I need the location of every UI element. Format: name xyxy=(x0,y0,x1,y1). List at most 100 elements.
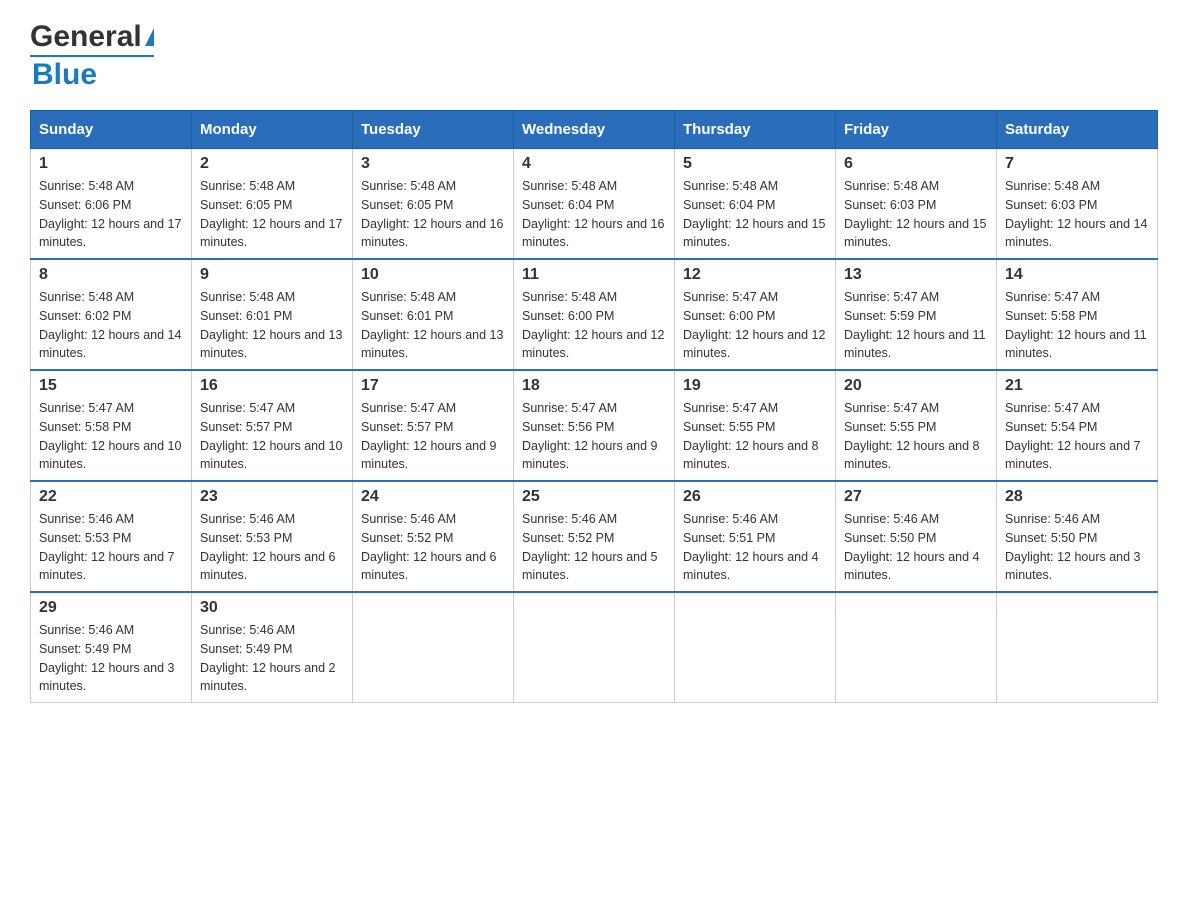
day-info: Sunrise: 5:48 AMSunset: 6:06 PMDaylight:… xyxy=(39,179,181,249)
calendar-cell: 20 Sunrise: 5:47 AMSunset: 5:55 PMDaylig… xyxy=(836,370,997,481)
day-info: Sunrise: 5:46 AMSunset: 5:53 PMDaylight:… xyxy=(200,512,336,582)
day-number: 18 xyxy=(522,377,666,395)
calendar-cell xyxy=(836,592,997,703)
day-info: Sunrise: 5:48 AMSunset: 6:05 PMDaylight:… xyxy=(200,179,342,249)
day-info: Sunrise: 5:47 AMSunset: 5:58 PMDaylight:… xyxy=(39,401,181,471)
calendar-cell: 7 Sunrise: 5:48 AMSunset: 6:03 PMDayligh… xyxy=(997,149,1158,260)
calendar-table: SundayMondayTuesdayWednesdayThursdayFrid… xyxy=(30,110,1158,703)
logo-blue-text: Blue xyxy=(32,58,97,92)
day-number: 2 xyxy=(200,155,344,173)
calendar-header-row: SundayMondayTuesdayWednesdayThursdayFrid… xyxy=(31,111,1158,149)
day-info: Sunrise: 5:47 AMSunset: 5:55 PMDaylight:… xyxy=(683,401,819,471)
day-number: 21 xyxy=(1005,377,1149,395)
calendar-cell: 17 Sunrise: 5:47 AMSunset: 5:57 PMDaylig… xyxy=(353,370,514,481)
calendar-day-header: Tuesday xyxy=(353,111,514,149)
day-number: 30 xyxy=(200,599,344,617)
calendar-cell: 30 Sunrise: 5:46 AMSunset: 5:49 PMDaylig… xyxy=(192,592,353,703)
day-number: 26 xyxy=(683,488,827,506)
day-number: 4 xyxy=(522,155,666,173)
calendar-cell xyxy=(997,592,1158,703)
day-info: Sunrise: 5:46 AMSunset: 5:52 PMDaylight:… xyxy=(522,512,658,582)
day-number: 13 xyxy=(844,266,988,284)
day-info: Sunrise: 5:47 AMSunset: 5:57 PMDaylight:… xyxy=(200,401,342,471)
day-info: Sunrise: 5:46 AMSunset: 5:49 PMDaylight:… xyxy=(200,623,336,693)
calendar-cell: 4 Sunrise: 5:48 AMSunset: 6:04 PMDayligh… xyxy=(514,149,675,260)
calendar-cell: 29 Sunrise: 5:46 AMSunset: 5:49 PMDaylig… xyxy=(31,592,192,703)
day-info: Sunrise: 5:46 AMSunset: 5:49 PMDaylight:… xyxy=(39,623,175,693)
day-number: 7 xyxy=(1005,155,1149,173)
calendar-day-header: Friday xyxy=(836,111,997,149)
calendar-cell: 6 Sunrise: 5:48 AMSunset: 6:03 PMDayligh… xyxy=(836,149,997,260)
calendar-week-row: 22 Sunrise: 5:46 AMSunset: 5:53 PMDaylig… xyxy=(31,481,1158,592)
day-number: 8 xyxy=(39,266,183,284)
calendar-cell: 26 Sunrise: 5:46 AMSunset: 5:51 PMDaylig… xyxy=(675,481,836,592)
day-number: 14 xyxy=(1005,266,1149,284)
calendar-cell: 5 Sunrise: 5:48 AMSunset: 6:04 PMDayligh… xyxy=(675,149,836,260)
calendar-cell: 18 Sunrise: 5:47 AMSunset: 5:56 PMDaylig… xyxy=(514,370,675,481)
day-info: Sunrise: 5:46 AMSunset: 5:50 PMDaylight:… xyxy=(844,512,980,582)
day-number: 5 xyxy=(683,155,827,173)
day-info: Sunrise: 5:48 AMSunset: 6:02 PMDaylight:… xyxy=(39,290,181,360)
calendar-cell xyxy=(514,592,675,703)
calendar-cell: 24 Sunrise: 5:46 AMSunset: 5:52 PMDaylig… xyxy=(353,481,514,592)
day-info: Sunrise: 5:47 AMSunset: 5:54 PMDaylight:… xyxy=(1005,401,1141,471)
day-number: 19 xyxy=(683,377,827,395)
calendar-cell: 21 Sunrise: 5:47 AMSunset: 5:54 PMDaylig… xyxy=(997,370,1158,481)
calendar-cell: 13 Sunrise: 5:47 AMSunset: 5:59 PMDaylig… xyxy=(836,259,997,370)
day-info: Sunrise: 5:46 AMSunset: 5:52 PMDaylight:… xyxy=(361,512,497,582)
day-info: Sunrise: 5:47 AMSunset: 5:56 PMDaylight:… xyxy=(522,401,658,471)
calendar-day-header: Sunday xyxy=(31,111,192,149)
day-number: 29 xyxy=(39,599,183,617)
day-number: 3 xyxy=(361,155,505,173)
day-info: Sunrise: 5:47 AMSunset: 5:55 PMDaylight:… xyxy=(844,401,980,471)
day-number: 23 xyxy=(200,488,344,506)
calendar-cell: 15 Sunrise: 5:47 AMSunset: 5:58 PMDaylig… xyxy=(31,370,192,481)
day-number: 24 xyxy=(361,488,505,506)
calendar-day-header: Saturday xyxy=(997,111,1158,149)
day-info: Sunrise: 5:47 AMSunset: 6:00 PMDaylight:… xyxy=(683,290,825,360)
day-info: Sunrise: 5:48 AMSunset: 6:03 PMDaylight:… xyxy=(1005,179,1147,249)
logo: General Blue xyxy=(30,20,154,92)
day-info: Sunrise: 5:48 AMSunset: 6:03 PMDaylight:… xyxy=(844,179,986,249)
day-number: 15 xyxy=(39,377,183,395)
day-number: 16 xyxy=(200,377,344,395)
day-number: 27 xyxy=(844,488,988,506)
day-info: Sunrise: 5:47 AMSunset: 5:59 PMDaylight:… xyxy=(844,290,986,360)
day-number: 17 xyxy=(361,377,505,395)
calendar-day-header: Thursday xyxy=(675,111,836,149)
day-info: Sunrise: 5:47 AMSunset: 5:58 PMDaylight:… xyxy=(1005,290,1147,360)
day-number: 20 xyxy=(844,377,988,395)
day-info: Sunrise: 5:47 AMSunset: 5:57 PMDaylight:… xyxy=(361,401,497,471)
day-number: 25 xyxy=(522,488,666,506)
day-info: Sunrise: 5:48 AMSunset: 6:04 PMDaylight:… xyxy=(522,179,664,249)
calendar-week-row: 29 Sunrise: 5:46 AMSunset: 5:49 PMDaylig… xyxy=(31,592,1158,703)
calendar-week-row: 8 Sunrise: 5:48 AMSunset: 6:02 PMDayligh… xyxy=(31,259,1158,370)
day-info: Sunrise: 5:48 AMSunset: 6:01 PMDaylight:… xyxy=(200,290,342,360)
calendar-week-row: 1 Sunrise: 5:48 AMSunset: 6:06 PMDayligh… xyxy=(31,149,1158,260)
day-info: Sunrise: 5:46 AMSunset: 5:53 PMDaylight:… xyxy=(39,512,175,582)
calendar-cell: 12 Sunrise: 5:47 AMSunset: 6:00 PMDaylig… xyxy=(675,259,836,370)
day-number: 6 xyxy=(844,155,988,173)
calendar-cell: 1 Sunrise: 5:48 AMSunset: 6:06 PMDayligh… xyxy=(31,149,192,260)
day-info: Sunrise: 5:48 AMSunset: 6:01 PMDaylight:… xyxy=(361,290,503,360)
calendar-cell: 28 Sunrise: 5:46 AMSunset: 5:50 PMDaylig… xyxy=(997,481,1158,592)
calendar-cell xyxy=(675,592,836,703)
calendar-cell: 23 Sunrise: 5:46 AMSunset: 5:53 PMDaylig… xyxy=(192,481,353,592)
calendar-cell: 2 Sunrise: 5:48 AMSunset: 6:05 PMDayligh… xyxy=(192,149,353,260)
day-number: 12 xyxy=(683,266,827,284)
calendar-cell: 25 Sunrise: 5:46 AMSunset: 5:52 PMDaylig… xyxy=(514,481,675,592)
day-number: 28 xyxy=(1005,488,1149,506)
calendar-cell: 19 Sunrise: 5:47 AMSunset: 5:55 PMDaylig… xyxy=(675,370,836,481)
day-info: Sunrise: 5:46 AMSunset: 5:50 PMDaylight:… xyxy=(1005,512,1141,582)
day-info: Sunrise: 5:48 AMSunset: 6:04 PMDaylight:… xyxy=(683,179,825,249)
calendar-cell: 27 Sunrise: 5:46 AMSunset: 5:50 PMDaylig… xyxy=(836,481,997,592)
day-info: Sunrise: 5:46 AMSunset: 5:51 PMDaylight:… xyxy=(683,512,819,582)
day-number: 10 xyxy=(361,266,505,284)
page-header: General Blue xyxy=(30,20,1158,92)
calendar-cell: 3 Sunrise: 5:48 AMSunset: 6:05 PMDayligh… xyxy=(353,149,514,260)
calendar-cell: 11 Sunrise: 5:48 AMSunset: 6:00 PMDaylig… xyxy=(514,259,675,370)
calendar-cell: 9 Sunrise: 5:48 AMSunset: 6:01 PMDayligh… xyxy=(192,259,353,370)
calendar-cell: 10 Sunrise: 5:48 AMSunset: 6:01 PMDaylig… xyxy=(353,259,514,370)
calendar-day-header: Monday xyxy=(192,111,353,149)
logo-general-text: General xyxy=(30,20,142,54)
